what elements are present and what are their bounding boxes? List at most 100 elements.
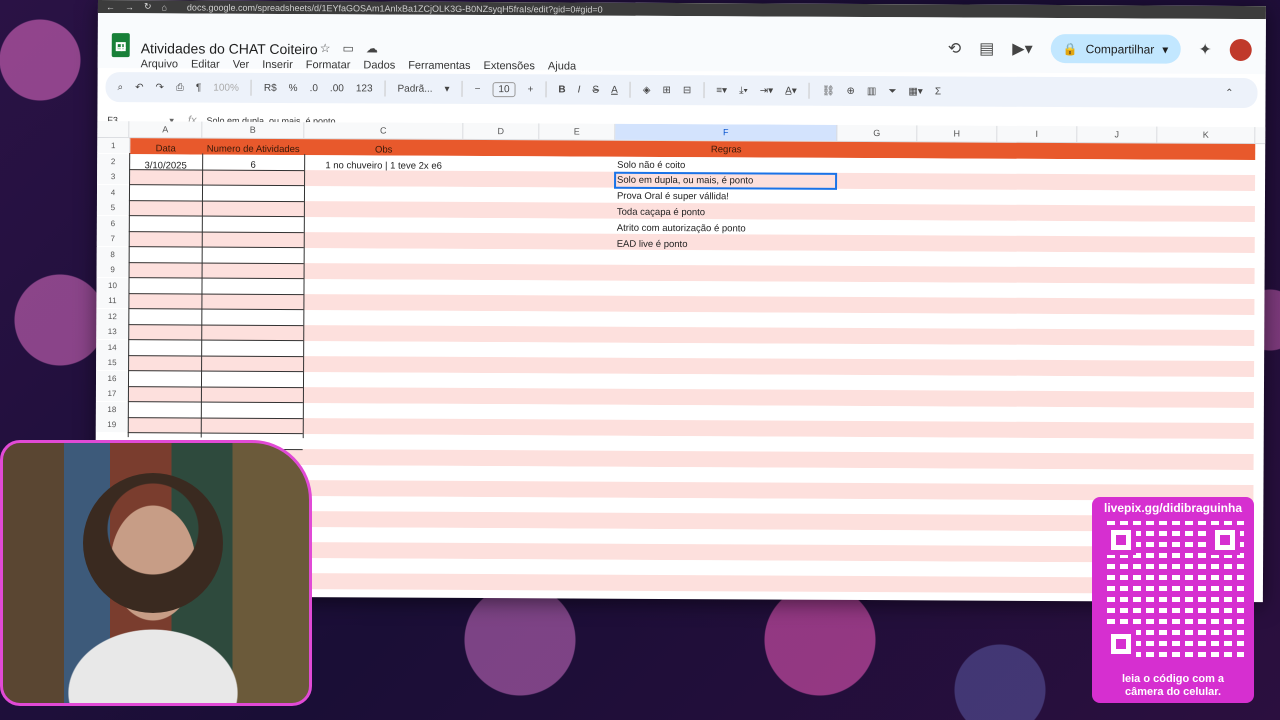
share-button[interactable]: 🔒 Compartilhar ▾ — [1050, 33, 1181, 64]
row-header[interactable]: 19 — [95, 416, 129, 433]
row-header[interactable]: 5 — [96, 199, 130, 216]
percent-format-button[interactable]: % — [289, 82, 298, 93]
row-header[interactable]: 17 — [95, 385, 129, 402]
row-header[interactable]: 13 — [96, 323, 130, 340]
column-header-k[interactable]: K — [1157, 126, 1256, 144]
row-header[interactable]: 4 — [96, 184, 131, 200]
insert-chart-icon[interactable]: ▥ — [867, 86, 877, 97]
font-select[interactable]: Padrã... — [397, 83, 432, 94]
row-header[interactable]: 11 — [96, 292, 130, 309]
currency-format-button[interactable]: R$ — [264, 82, 277, 93]
column-header-b[interactable]: B — [202, 121, 305, 139]
column-header-c[interactable]: C — [304, 122, 464, 139]
column-header-d[interactable]: D — [463, 122, 540, 140]
menu-ajuda[interactable]: Ajuda — [548, 60, 576, 72]
cell-f5-rule[interactable]: Toda caçapa é ponto — [617, 205, 835, 221]
cell-a2-date[interactable]: 3/10/2025 — [129, 158, 202, 173]
text-wrap-icon[interactable]: ⇥▾ — [760, 85, 773, 96]
menu-editar[interactable]: Editar — [191, 58, 220, 70]
row-header[interactable]: 6 — [96, 215, 130, 231]
horizontal-align-icon[interactable]: ≡▾ — [716, 85, 727, 96]
functions-icon[interactable]: Σ — [935, 86, 941, 97]
column-header-h[interactable]: H — [917, 125, 998, 142]
cell-f6-rule[interactable]: Atrito com autorização é ponto — [617, 221, 835, 237]
undo-icon[interactable]: ↶ — [135, 82, 143, 93]
row-header[interactable]: 12 — [96, 308, 130, 324]
font-size-input[interactable]: 10 — [492, 81, 516, 97]
number-format-button[interactable]: 123 — [356, 83, 373, 94]
menu-ferramentas[interactable]: Ferramentas — [408, 60, 470, 72]
row-header[interactable]: 9 — [96, 261, 130, 278]
chevron-down-icon[interactable]: ▾ — [445, 83, 450, 94]
header-obs[interactable]: Obs — [304, 142, 463, 158]
reload-icon[interactable]: ↻ — [144, 1, 152, 12]
decrease-decimal-button[interactable]: .0 — [310, 83, 318, 94]
move-folder-icon[interactable]: ▭ — [342, 41, 353, 55]
redo-icon[interactable]: ↷ — [156, 82, 164, 93]
paint-format-icon[interactable]: ¶ — [196, 82, 201, 93]
row-header[interactable]: 8 — [96, 246, 130, 262]
filter-icon[interactable]: ⏷ — [888, 86, 896, 97]
chevron-down-icon[interactable]: ▾ — [1162, 42, 1168, 56]
row-header[interactable]: 3 — [97, 168, 131, 185]
avatar[interactable] — [1229, 38, 1252, 61]
row-col-corner[interactable] — [97, 120, 130, 138]
vertical-align-icon[interactable]: ⤓▾ — [739, 85, 748, 96]
comments-icon[interactable]: ▤ — [979, 38, 994, 58]
column-header-e[interactable]: E — [539, 123, 616, 140]
column-header-g[interactable]: G — [837, 124, 918, 142]
column-header-j[interactable]: J — [1077, 126, 1158, 143]
fill-color-icon[interactable]: ◈ — [643, 84, 651, 95]
insert-link-icon[interactable]: ⛓ — [822, 85, 835, 96]
history-icon[interactable]: ⟲ — [948, 38, 962, 58]
cell-c2-obs[interactable]: 1 no chuveiro | 1 teve 2x e6 — [304, 158, 463, 174]
collapse-menu-icon[interactable]: ⌃ — [1225, 87, 1233, 98]
increase-font-size-icon[interactable]: + — [528, 84, 534, 95]
column-header-f[interactable]: F — [615, 123, 838, 141]
cloud-status-icon[interactable]: ☁ — [366, 41, 378, 55]
row-header[interactable]: 14 — [96, 339, 130, 355]
menu-dados[interactable]: Dados — [363, 59, 395, 71]
home-icon[interactable]: ⌂ — [161, 2, 166, 12]
column-header-i[interactable]: I — [997, 125, 1078, 143]
menu-arquivo[interactable]: Arquivo — [141, 58, 178, 70]
increase-decimal-button[interactable]: .00 — [330, 83, 344, 94]
text-color-icon[interactable]: A — [611, 84, 618, 95]
back-icon[interactable]: ← — [106, 2, 115, 12]
gemini-icon[interactable]: ✦ — [1198, 39, 1212, 59]
italic-icon[interactable]: I — [578, 84, 581, 95]
row-header[interactable]: 7 — [96, 230, 130, 247]
column-header-a[interactable]: A — [129, 121, 203, 138]
header-regras[interactable]: Regras — [615, 142, 837, 158]
forward-icon[interactable]: → — [125, 2, 134, 12]
zoom-select[interactable]: 100% — [213, 82, 239, 93]
print-icon[interactable]: ⎙ — [176, 82, 184, 93]
cell-f4-rule[interactable]: Prova Oral é super vállida! — [617, 189, 835, 205]
row-header[interactable]: 18 — [95, 401, 129, 417]
strikethrough-icon[interactable]: S — [592, 84, 599, 95]
cell-f3-rule[interactable]: Solo em dupla, ou mais, é ponto — [617, 173, 835, 189]
bold-icon[interactable]: B — [558, 84, 565, 95]
row-header[interactable]: 10 — [96, 277, 130, 293]
text-rotation-icon[interactable]: A̲▾ — [785, 85, 797, 96]
decrease-font-size-icon[interactable]: − — [475, 83, 481, 94]
borders-icon[interactable]: ⊞ — [662, 84, 670, 95]
row-header[interactable]: 1 — [97, 137, 131, 154]
menu-extensoes[interactable]: Extensões — [484, 60, 535, 72]
header-numero-atividades[interactable]: Numero de Atividades — [202, 142, 304, 158]
header-data[interactable]: Data — [129, 141, 202, 156]
menu-inserir[interactable]: Inserir — [262, 59, 293, 71]
url-text[interactable]: docs.google.com/spreadsheets/d/1EYfaGOSA… — [187, 2, 603, 14]
filter-views-icon[interactable]: ▦▾ — [908, 86, 923, 97]
menu-formatar[interactable]: Formatar — [306, 59, 351, 71]
cell-f7-rule[interactable]: EAD live é ponto — [617, 237, 835, 253]
star-icon[interactable]: ☆ — [320, 41, 331, 55]
meet-icon[interactable]: ▶▾ — [1012, 38, 1032, 58]
sheets-logo-icon[interactable] — [111, 33, 130, 58]
insert-comment-icon[interactable]: ⊕ — [847, 85, 855, 96]
cell-b2-count[interactable]: 6 — [202, 158, 304, 174]
document-title[interactable]: Atividades do CHAT Coiteiro — [141, 40, 318, 57]
row-header[interactable]: 2 — [97, 153, 131, 169]
row-header[interactable]: 15 — [96, 354, 130, 371]
search-menus-icon[interactable]: ⌕ — [118, 82, 124, 93]
